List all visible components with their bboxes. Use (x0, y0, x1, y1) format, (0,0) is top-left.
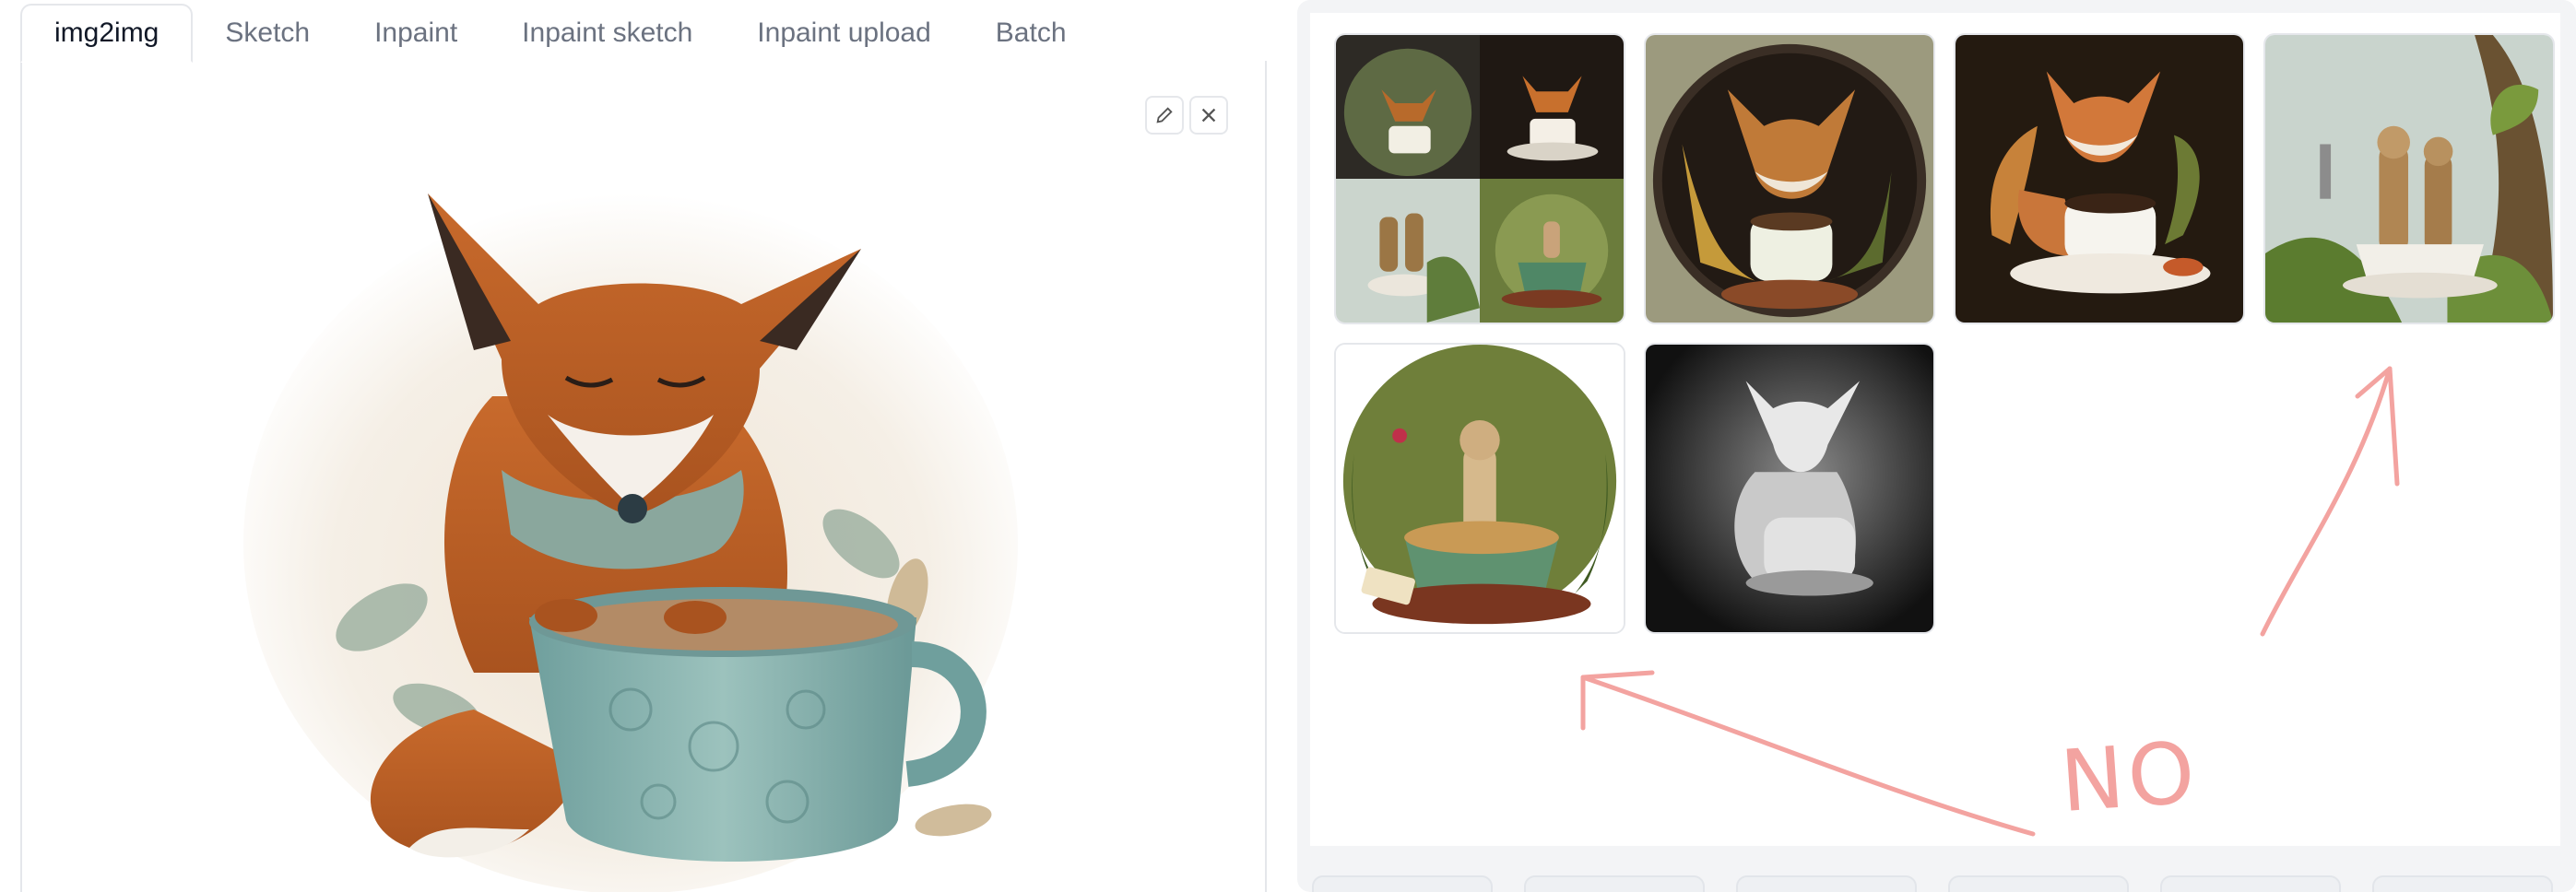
annotation-text: NO (2057, 722, 2202, 832)
meerkats-teacup-thumbnail (2265, 35, 2553, 323)
input-image[interactable] (197, 65, 1064, 892)
tab-sketch[interactable]: Sketch (193, 4, 342, 63)
edit-button[interactable] (1145, 96, 1184, 135)
tab-inpaint[interactable]: Inpaint (342, 4, 490, 63)
gallery-item-meerkats-teacup[interactable] (2263, 33, 2555, 324)
output-action-button-4[interactable] (1948, 875, 2129, 892)
striped-fox-thumbnail (1646, 35, 1933, 323)
close-icon (1201, 108, 1216, 123)
output-panel: NO (1297, 0, 2576, 892)
tab-inpaint-sketch[interactable]: Inpaint sketch (490, 4, 725, 63)
img2img-panel: img2img Sketch Inpaint Inpaint sketch In… (0, 0, 1272, 892)
fox-cup-illustration (243, 194, 1018, 892)
tab-img2img[interactable]: img2img (20, 4, 194, 63)
tab-inpaint-upload[interactable]: Inpaint upload (725, 4, 963, 63)
output-action-button-1[interactable] (1312, 875, 1493, 892)
output-action-button-6[interactable] (2372, 875, 2553, 892)
meerkat-green-cup-thumbnail (1336, 345, 1624, 632)
grid-thumbnail (1336, 35, 1624, 323)
output-action-button-3[interactable] (1736, 875, 1917, 892)
gallery-item-striped-fox[interactable] (1644, 33, 1935, 324)
tab-batch[interactable]: Batch (963, 4, 1099, 63)
output-gallery (1310, 13, 2560, 846)
output-action-button-2[interactable] (1524, 875, 1705, 892)
gallery-item-meerkat-green-cup[interactable] (1334, 343, 1625, 634)
fox-dark-thumbnail (1956, 35, 2243, 323)
pencil-icon (1156, 107, 1173, 123)
depth-map-thumbnail (1646, 345, 1933, 632)
clear-button[interactable] (1189, 96, 1228, 135)
output-action-button-5[interactable] (2160, 875, 2341, 892)
gallery-item-grid[interactable] (1334, 33, 1625, 324)
gallery-item-depth-map[interactable] (1644, 343, 1935, 634)
image-editor[interactable] (20, 61, 1267, 892)
gallery-item-fox-dark[interactable] (1954, 33, 2245, 324)
tab-bar: img2img Sketch Inpaint Inpaint sketch In… (20, 0, 1272, 63)
